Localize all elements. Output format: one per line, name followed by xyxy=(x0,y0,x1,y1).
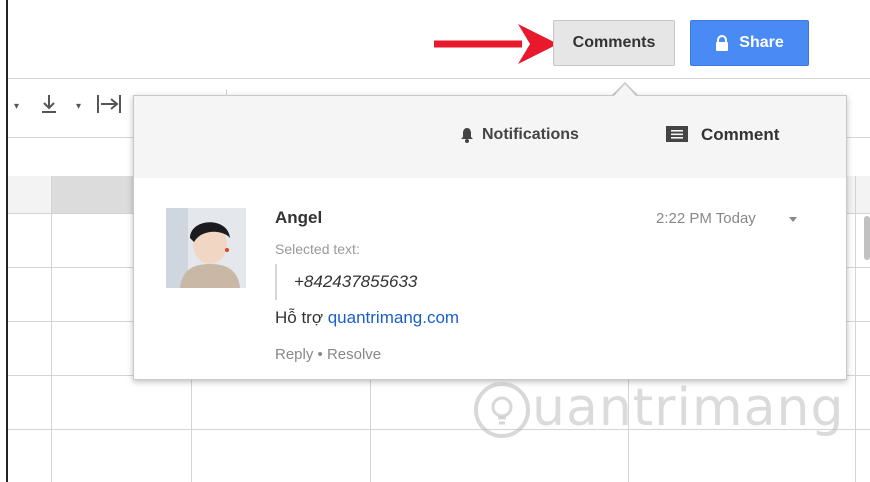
comment-actions: Reply • Resolve xyxy=(275,346,381,363)
bell-icon xyxy=(461,128,473,143)
watermark-bulb-icon xyxy=(474,382,530,438)
avatar xyxy=(166,208,246,288)
dropdown-caret-icon[interactable]: ▾ xyxy=(76,101,81,112)
popup-pointer-inner xyxy=(614,84,636,96)
text-wrap-icon[interactable] xyxy=(96,93,122,115)
comment-timestamp: 2:22 PM Today xyxy=(656,210,756,227)
red-arrow-annotation xyxy=(434,24,558,64)
share-button-label: Share xyxy=(739,34,784,51)
comments-button-label: Comments xyxy=(572,34,656,51)
vertical-align-bottom-icon[interactable] xyxy=(40,93,58,115)
comments-button[interactable]: Comments xyxy=(553,20,675,66)
comment-body-text: Hỗ trợ xyxy=(275,308,328,327)
selected-text-quote: +842437855633 xyxy=(294,272,418,291)
grid-line xyxy=(51,176,52,482)
comment-button[interactable]: Comment xyxy=(665,125,779,145)
reply-link[interactable]: Reply xyxy=(275,346,313,363)
comment-author: Angel xyxy=(275,208,323,227)
watermark-logo: uantrimang xyxy=(472,378,845,448)
grid-line xyxy=(855,176,856,482)
popup-header: Notifications Comment xyxy=(134,96,846,178)
notifications-label: Notifications xyxy=(482,126,579,143)
quote-bar xyxy=(275,264,277,300)
vertical-scrollbar[interactable] xyxy=(864,216,870,260)
selected-text-label: Selected text: xyxy=(275,241,360,257)
share-button[interactable]: Share xyxy=(690,20,809,66)
comments-popup: Notifications Comment Angel 2:22 PM Toda… xyxy=(133,95,847,380)
watermark-text: uantrimang xyxy=(532,378,845,438)
comment-body-link[interactable]: quantrimang.com xyxy=(328,308,459,327)
comment-icon xyxy=(666,126,688,142)
lock-icon xyxy=(716,35,729,51)
action-separator: • xyxy=(313,346,327,363)
resolve-link[interactable]: Resolve xyxy=(327,346,381,363)
dropdown-caret-icon[interactable]: ▾ xyxy=(14,101,19,112)
comment-menu-caret-icon[interactable] xyxy=(789,217,797,222)
notifications-button[interactable]: Notifications xyxy=(460,126,579,144)
comment-body: Hỗ trợ quantrimang.com xyxy=(275,308,459,328)
comment-label: Comment xyxy=(701,125,780,144)
